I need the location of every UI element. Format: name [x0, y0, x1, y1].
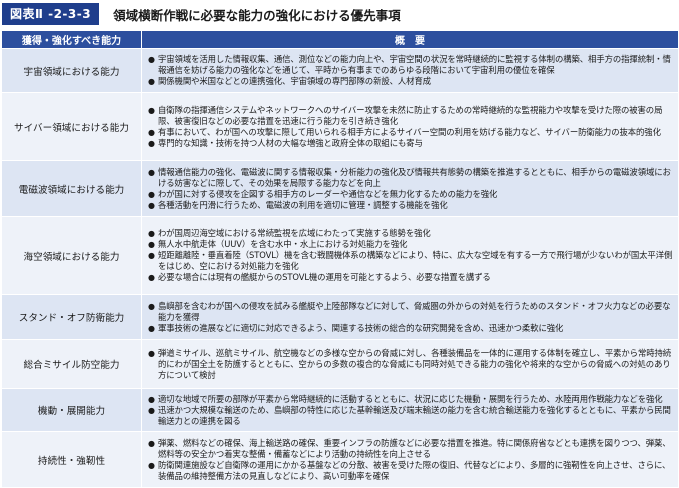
- table-header-row: 獲得・強化すべき能力 概 要: [1, 30, 679, 49]
- list-item-text: 各種活動を円滑に行うため、電磁波の利用を適切に管理・調整する機能を強化: [158, 199, 448, 210]
- capability-cell: 総合ミサイル防空能力: [1, 339, 142, 389]
- header-capability: 獲得・強化すべき能力: [1, 30, 142, 49]
- list-item: ● 各種活動を円滑に行うため、電磁波の利用を適切に管理・調整する機能を強化: [148, 200, 674, 211]
- bullet-icon: ●: [148, 323, 155, 333]
- capability-cell: 持続性・強靭性: [1, 431, 142, 488]
- bullet-icon: ●: [148, 273, 155, 282]
- list-item: ● 専門的な知識・技術を持つ人材の大幅な増強と政府全体の取組にも寄与: [148, 138, 674, 149]
- capability-cell: 機動・展開能力: [1, 388, 142, 432]
- summary-cell: ● 弾道ミサイル、巡航ミサイル、航空機などの多様な空からの脅威に対し、各種装備品を…: [141, 339, 679, 389]
- summary-cell: ● 適切な地域で所要の部隊が平素から常時継続的に活動するとともに、状況に応じた機動…: [141, 388, 679, 432]
- bullet-icon: ●: [148, 348, 155, 358]
- summary-list: ● 弾薬、燃料などの確保、海上輸送路の確保、重要インフラの防護などに必要な措置を推…: [148, 438, 674, 482]
- bullet-icon: ●: [148, 438, 155, 448]
- header-summary: 概 要: [141, 30, 679, 49]
- list-item: ● わが国周辺海空域における常続監視を広域にわたって実施する態勢を強化: [148, 228, 674, 239]
- list-item: ● 島嶼部を含むわが国への侵攻を試みる艦艇や上陸部隊などに対して、脅威圏の外からの…: [148, 301, 674, 323]
- bullet-icon: ●: [148, 200, 155, 210]
- list-item-text: 島嶼部を含むわが国への侵攻を試みる艦艇や上陸部隊などに対して、脅威圏の外からの対…: [158, 300, 671, 322]
- table-row: 機動・展開能力 ● 適切な地域で所要の部隊が平素から常時継続的に活動するとともに、状…: [1, 388, 679, 432]
- table-body: 宇宙領域における能力 ● 宇宙領域を活用した情報収集、通信、測位などの能力向上や、宇…: [1, 48, 679, 488]
- bullet-icon: ●: [148, 251, 155, 260]
- summary-cell: ● 弾薬、燃料などの確保、海上輸送路の確保、重要インフラの防護などに必要な措置を推…: [141, 431, 679, 488]
- bullet-icon: ●: [148, 167, 155, 177]
- list-item: ● 無人水中航走体（UUV）を含む水中・水上における対処能力を強化: [148, 239, 674, 250]
- list-item-text: 関係機関や米国などとの連携強化、宇宙領域の専門部隊の新設、人材育成: [158, 76, 431, 86]
- list-item: ● 必要な場合には現有の艦艇からのSTOVL機の運用を可能とするよう、必要な措置を…: [148, 272, 674, 283]
- capability-cell: 電磁波領域における能力: [1, 160, 142, 217]
- list-item: ● 関係機関や米国などとの連携強化、宇宙領域の専門部隊の新設、人材育成: [148, 76, 674, 87]
- summary-list: ● 自衛隊の指揮通信システムやネットワークへのサイバー攻撃を未然に防止するための常…: [148, 105, 674, 149]
- bullet-icon: ●: [148, 301, 155, 311]
- list-item-text: 必要な場合には現有の艦艇からのSTOVL機の運用を可能とするよう、必要な措置を講…: [158, 272, 491, 282]
- bullet-icon: ●: [148, 405, 155, 415]
- table-row: 宇宙領域における能力 ● 宇宙領域を活用した情報収集、通信、測位などの能力向上や、宇…: [1, 48, 679, 93]
- list-item-text: 適切な地域で所要の部隊が平素から常時継続的に活動するとともに、状況に応じた機動・…: [158, 393, 663, 404]
- priority-table: 獲得・強化すべき能力 概 要 宇宙領域における能力 ● 宇宙領域を活用した情報収集、…: [1, 30, 679, 488]
- list-item: ● 宇宙領域を活用した情報収集、通信、測位などの能力向上や、宇宙空間の状況を常時継…: [148, 54, 674, 76]
- list-item-text: 宇宙領域を活用した情報収集、通信、測位などの能力向上や、宇宙空間の状況を常時継続…: [158, 54, 671, 75]
- list-item-text: 弾薬、燃料などの確保、海上輸送路の確保、重要インフラの防護などに必要な措置を推進…: [158, 437, 671, 459]
- list-item: ● わが国に対する侵攻を企図する相手方のレーダーや通信などを無力化するための能力を…: [148, 189, 674, 200]
- summary-list: ● 弾道ミサイル、巡航ミサイル、航空機などの多様な空からの脅威に対し、各種装備品を…: [148, 348, 674, 381]
- summary-cell: ● 情報通信能力の強化、電磁波に関する情報収集・分析能力の強化及び情報共有態勢の構…: [141, 160, 679, 217]
- list-item-text: 弾道ミサイル、巡航ミサイル、航空機などの多様な空からの脅威に対し、各種装備品を一…: [158, 347, 672, 380]
- figure-title: 領域横断作戦に必要な能力の強化における優先事項: [113, 7, 401, 23]
- table-row: 海空領域における能力 ● わが国周辺海空域における常続監視を広域にわたって実施する態…: [1, 216, 679, 295]
- list-item-text: 専門的な知識・技術を持つ人材の大幅な増強と政府全体の取組にも寄与: [158, 137, 423, 148]
- capability-cell: サイバー領域における能力: [1, 92, 142, 161]
- list-item-text: 軍事技術の進展などに適切に対応できるよう、関連する技術の総合的な研究開発を含め、…: [158, 322, 564, 333]
- summary-list: ● 情報通信能力の強化、電磁波に関する情報収集・分析能力の強化及び情報共有態勢の構…: [148, 167, 674, 211]
- list-item: ● 迅速かつ大規模な輸送のため、島嶼部の特性に応じた基幹輸送及び端末輸送の能力を含…: [148, 405, 674, 427]
- table-row: 総合ミサイル防空能力 ● 弾道ミサイル、巡航ミサイル、航空機などの多様な空からの脅威…: [1, 339, 679, 389]
- bullet-icon: ●: [148, 189, 155, 199]
- table-row: 電磁波領域における能力 ● 情報通信能力の強化、電磁波に関する情報収集・分析能力の強…: [1, 160, 679, 217]
- list-item: ● 弾薬、燃料などの確保、海上輸送路の確保、重要インフラの防護などに必要な措置を推…: [148, 438, 674, 460]
- title-bar: 図表Ⅱ -2-3-3 領域横断作戦に必要な能力の強化における優先事項: [0, 0, 679, 28]
- summary-cell: ● 宇宙領域を活用した情報収集、通信、測位などの能力向上や、宇宙空間の状況を常時継…: [141, 48, 679, 93]
- bullet-icon: ●: [148, 55, 155, 64]
- list-item-text: 情報通信能力の強化、電磁波に関する情報収集・分析能力の強化及び情報共有態勢の構築…: [158, 166, 671, 188]
- table-row: スタンド・オフ防衛能力 ● 島嶼部を含むわが国への侵攻を試みる艦艇や上陸部隊などに対…: [1, 294, 679, 340]
- summary-list: ● 適切な地域で所要の部隊が平素から常時継続的に活動するとともに、状況に応じた機動…: [148, 394, 674, 427]
- list-item-text: わが国に対する侵攻を企図する相手方のレーダーや通信などを無力化するための能力を強…: [158, 188, 498, 199]
- bullet-icon: ●: [148, 240, 155, 249]
- summary-cell: ● 自衛隊の指揮通信システムやネットワークへのサイバー攻撃を未然に防止するための常…: [141, 92, 679, 161]
- list-item-text: 迅速かつ大規模な輸送のため、島嶼部の特性に応じた基幹輸送及び端末輸送の能力を含む…: [158, 404, 671, 426]
- list-item: ● 情報通信能力の強化、電磁波に関する情報収集・分析能力の強化及び情報共有態勢の構…: [148, 167, 674, 189]
- bullet-icon: ●: [148, 127, 155, 137]
- list-item-text: 自衛隊の指揮通信システムやネットワークへのサイバー攻撃を未然に防止するための常時…: [158, 104, 663, 126]
- list-item-text: 防衛関連施設など自衛隊の運用にかかる基盤などの分散、被害を受けた際の復旧、代替な…: [158, 459, 671, 481]
- summary-cell: ● 島嶼部を含むわが国への侵攻を試みる艦艇や上陸部隊などに対して、脅威圏の外からの…: [141, 294, 679, 340]
- list-item: ● 自衛隊の指揮通信システムやネットワークへのサイバー攻撃を未然に防止するための常…: [148, 105, 674, 127]
- summary-list: ● 宇宙領域を活用した情報収集、通信、測位などの能力向上や、宇宙空間の状況を常時継…: [148, 54, 674, 87]
- bullet-icon: ●: [148, 229, 155, 238]
- summary-list: ● わが国周辺海空域における常続監視を広域にわたって実施する態勢を強化 ● 無人水中航…: [148, 228, 674, 283]
- figure-label: 図表Ⅱ -2-3-3: [2, 3, 100, 25]
- bullet-icon: ●: [148, 394, 155, 404]
- list-item: ● 防衛関連施設など自衛隊の運用にかかる基盤などの分散、被害を受けた際の復旧、代替…: [148, 460, 674, 482]
- list-item: ● 有事において、わが国への攻撃に際して用いられる相手方によるサイバー空間の利用を…: [148, 127, 674, 138]
- capability-cell: 宇宙領域における能力: [1, 48, 142, 93]
- bullet-icon: ●: [148, 138, 155, 148]
- bullet-icon: ●: [148, 460, 155, 470]
- capability-cell: スタンド・オフ防衛能力: [1, 294, 142, 340]
- list-item-text: わが国周辺海空域における常続監視を広域にわたって実施する態勢を強化: [158, 228, 431, 238]
- summary-cell: ● わが国周辺海空域における常続監視を広域にわたって実施する態勢を強化 ● 無人水中航…: [141, 216, 679, 295]
- list-item-text: 有事において、わが国への攻撃に際して用いられる相手方によるサイバー空間の利用を妨…: [158, 126, 661, 137]
- summary-list: ● 島嶼部を含むわが国への侵攻を試みる艦艇や上陸部隊などに対して、脅威圏の外からの…: [148, 301, 674, 334]
- figure: 図表Ⅱ -2-3-3 領域横断作戦に必要な能力の強化における優先事項 獲得・強化…: [0, 0, 679, 488]
- list-item-text: 無人水中航走体（UUV）を含む水中・水上における対処能力を強化: [158, 239, 408, 249]
- list-item: ● 軍事技術の進展などに適切に対応できるよう、関連する技術の総合的な研究開発を含め…: [148, 323, 674, 334]
- list-item: ● 短距離離陸・垂直着陸（STOVL）機を含む戦闘機体系の構築などにより、特に、広…: [148, 250, 674, 272]
- capability-cell: 海空領域における能力: [1, 216, 142, 295]
- list-item-text: 短距離離陸・垂直着陸（STOVL）機を含む戦闘機体系の構築などにより、特に、広大…: [158, 250, 673, 271]
- list-item: ● 適切な地域で所要の部隊が平素から常時継続的に活動するとともに、状況に応じた機動…: [148, 394, 674, 405]
- table-row: サイバー領域における能力 ● 自衛隊の指揮通信システムやネットワークへのサイバー攻撃…: [1, 92, 679, 161]
- bullet-icon: ●: [148, 77, 155, 86]
- bullet-icon: ●: [148, 105, 155, 115]
- table-row: 持続性・強靭性 ● 弾薬、燃料などの確保、海上輸送路の確保、重要インフラの防護などに…: [1, 431, 679, 488]
- list-item: ● 弾道ミサイル、巡航ミサイル、航空機などの多様な空からの脅威に対し、各種装備品を…: [148, 348, 674, 381]
